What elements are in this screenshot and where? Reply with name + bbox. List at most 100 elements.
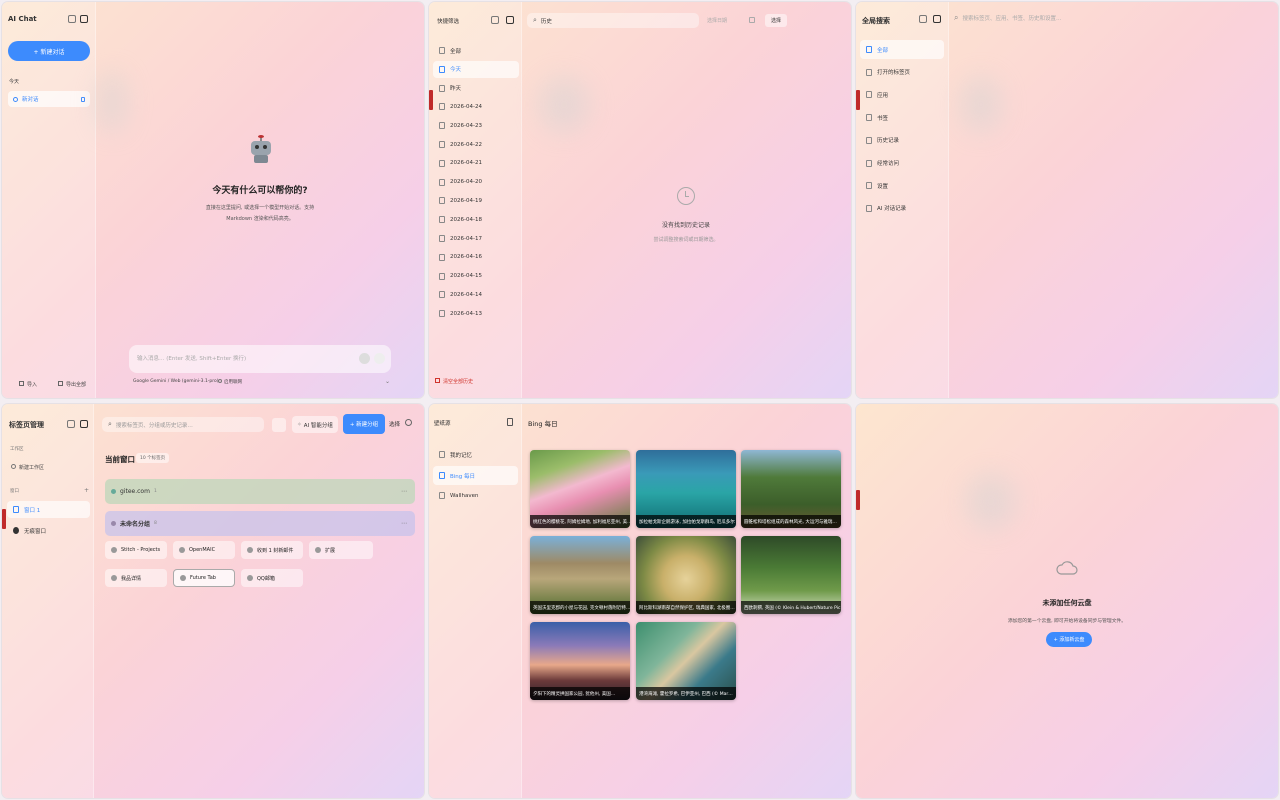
- web-toggle[interactable]: 启用联网: [218, 379, 242, 385]
- wallpaper-card[interactable]: 夕阳下的精灵拱国家公园, 犹他州, 美国…: [530, 622, 630, 700]
- panel-toggle-icon[interactable]: [491, 16, 499, 24]
- history-filter-item[interactable]: 2026-04-17: [433, 230, 519, 247]
- wallpaper-sidebar-title: 壁纸源: [434, 421, 451, 427]
- sidebar-toggle-icon[interactable]: [506, 16, 514, 24]
- wallpaper-card[interactable]: 英国沃里克郡的小屋与花园, 克文顿村落附近特…: [530, 536, 630, 614]
- search-category-item[interactable]: 设置: [860, 176, 944, 195]
- nav-bing-daily[interactable]: Bing 每日: [433, 466, 518, 485]
- conversation-label: 新对话: [22, 97, 39, 103]
- search-category-item[interactable]: AI 对话记录: [860, 199, 944, 218]
- calendar-icon: [439, 272, 445, 280]
- tab-chip[interactable]: 我品详情: [105, 569, 167, 587]
- sidebar-toggle-icon[interactable]: [80, 15, 88, 23]
- sidebar-toggle-icon[interactable]: [80, 420, 88, 428]
- history-search-input[interactable]: ⌕ 历史: [527, 13, 699, 28]
- select-button[interactable]: 选择: [389, 420, 400, 428]
- chat-input[interactable]: 输入消息… (Enter 发送, Shift+Enter 换行): [129, 345, 391, 373]
- history-icon: [866, 136, 872, 144]
- history-filter-item[interactable]: 2026-04-21: [433, 155, 519, 172]
- calendar-icon: [439, 197, 445, 205]
- nav-memories[interactable]: 我的记忆: [433, 446, 518, 463]
- history-filter-label: 2026-04-17: [450, 235, 482, 242]
- wallpaper-card[interactable]: 圆锥松和塔松组成的森林风光, 大运河与雅瑞…: [741, 450, 841, 528]
- robot-icon: [250, 135, 272, 164]
- tab-chip[interactable]: 扩展: [309, 541, 373, 559]
- history-filter-item[interactable]: 2026-04-22: [433, 136, 519, 153]
- clear-history-button[interactable]: 清空全部历史: [435, 378, 473, 385]
- wallpaper-caption: 圆锥松和塔松组成的森林风光, 大运河与雅瑞…: [741, 515, 841, 528]
- sidebar-toggle-icon[interactable]: [933, 15, 941, 23]
- wallpaper-card[interactable]: 阿比斯科湖南部自然保护区, 瑞典国家, 北极圈…: [636, 536, 736, 614]
- wallpaper-card[interactable]: 港湾海滩, 霍拉罗希, 巴伊亚州, 巴西 (© Mar…: [636, 622, 736, 700]
- calendar-icon: [439, 291, 445, 299]
- tab-chip[interactable]: Stitch - Projects: [105, 541, 167, 559]
- global-search-input[interactable]: ⌕ 搜索标签页、应用、书签、历史和设置…: [954, 13, 1062, 23]
- section-today-label: 今天: [9, 79, 20, 85]
- sidebar-toggle-icon[interactable]: [507, 418, 513, 426]
- layout-toggle-icon[interactable]: [272, 418, 286, 432]
- history-filter-item[interactable]: 今天: [433, 60, 519, 78]
- tab-chip[interactable]: QQ邮箱: [241, 569, 303, 587]
- search-category-label: 打开的标签页: [877, 70, 911, 77]
- group-gitee-count: 1: [153, 489, 157, 494]
- chevron-down-icon[interactable]: ⌄: [385, 378, 390, 385]
- wallpaper-card[interactable]: 西欧刺猬, 英国 (© Klein & Hubert/Nature Pic…: [741, 536, 841, 614]
- history-filter-item[interactable]: 2026-04-13: [433, 305, 519, 322]
- attach-icon[interactable]: [359, 353, 370, 364]
- history-filter-item[interactable]: 2026-04-16: [433, 249, 519, 266]
- add-window-icon[interactable]: +: [84, 487, 89, 494]
- wallpaper-card[interactable]: 桃红色的樱桃花, 阿姆拉姆地, 加利福尼亚州, 美…: [530, 450, 630, 528]
- history-filter-item[interactable]: 全部: [433, 42, 519, 59]
- history-filter-item[interactable]: 2026-04-23: [433, 117, 519, 134]
- add-cloud-button[interactable]: + 添加新云盘: [1046, 632, 1092, 647]
- calendar-icon[interactable]: [749, 17, 755, 23]
- global-search-title: 全局搜索: [862, 17, 890, 25]
- tab-chip[interactable]: Future Tab: [173, 569, 235, 587]
- globe-icon: [218, 379, 222, 383]
- select-button[interactable]: 选择: [765, 14, 787, 27]
- ai-group-button[interactable]: ✧ AI 智能分组: [292, 416, 338, 433]
- tab-search-input[interactable]: ⌕ 搜索标签页、分组或历史记录…: [102, 417, 264, 432]
- more-icon[interactable]: ⋯: [401, 520, 407, 527]
- panel-toggle-icon[interactable]: [68, 15, 76, 23]
- search-category-item[interactable]: 全部: [860, 40, 944, 59]
- date-filter-input[interactable]: 选择日期: [707, 17, 727, 24]
- history-filter-item[interactable]: 2026-04-20: [433, 174, 519, 191]
- import-button[interactable]: 导入: [19, 381, 37, 388]
- panel-toggle-icon[interactable]: [67, 420, 75, 428]
- new-chat-button[interactable]: + 新建对话: [8, 41, 90, 61]
- group-gitee[interactable]: gitee.com 1 ⋯: [105, 479, 415, 504]
- panel-toggle-icon[interactable]: [919, 15, 927, 23]
- wallpaper-card[interactable]: 加拉帕戈斯企鹅游泳, 加拉帕戈斯群岛, 厄瓜多尔: [636, 450, 736, 528]
- tab-chip[interactable]: 收到 1 封新邮件: [241, 541, 303, 559]
- search-category-label: 全部: [877, 47, 889, 54]
- history-filter-item[interactable]: 2026-04-18: [433, 211, 519, 228]
- export-button[interactable]: 导出全部: [58, 381, 86, 388]
- search-category-item[interactable]: 历史记录: [860, 131, 944, 150]
- settings-icon[interactable]: [405, 419, 412, 426]
- model-selector[interactable]: Google Gemini / Web (gemini-3.1-pro): [133, 379, 219, 384]
- new-workspace-button[interactable]: 新建工作区: [11, 464, 44, 471]
- more-icon[interactable]: ⋯: [401, 488, 407, 495]
- send-icon[interactable]: [374, 353, 385, 364]
- search-category-item[interactable]: 书签: [860, 108, 944, 127]
- wallpaper-caption: 加拉帕戈斯企鹅游泳, 加拉帕戈斯群岛, 厄瓜多尔: [636, 515, 736, 528]
- tab-chip[interactable]: OpenMAIC: [173, 541, 235, 559]
- search-category-item[interactable]: 打开的标签页: [860, 63, 944, 82]
- history-filter-item[interactable]: 2026-04-14: [433, 286, 519, 303]
- history-filter-item[interactable]: 2026-04-24: [433, 98, 519, 115]
- window-item-1[interactable]: 窗口 1: [7, 501, 90, 518]
- conversation-item[interactable]: 新对话: [8, 91, 90, 107]
- search-category-item[interactable]: 经常访问: [860, 154, 944, 173]
- history-filter-item[interactable]: 2026-04-19: [433, 192, 519, 209]
- wallpaper-sidebar: 壁纸源 我的记忆 Bing 每日 Wallhaven: [429, 404, 522, 798]
- history-filter-item[interactable]: 2026-04-15: [433, 268, 519, 285]
- search-category-item[interactable]: 应用: [860, 85, 944, 104]
- favicon-icon: [111, 547, 117, 553]
- delete-icon[interactable]: [81, 96, 85, 102]
- new-group-button[interactable]: + 新建分组: [343, 414, 385, 434]
- nav-wallhaven[interactable]: Wallhaven: [433, 487, 518, 504]
- group-unnamed[interactable]: 未命名分组 8 ⋯: [105, 511, 415, 536]
- incognito-window-item[interactable]: 无痕窗口: [7, 522, 90, 539]
- history-filter-item[interactable]: 昨天: [433, 80, 519, 97]
